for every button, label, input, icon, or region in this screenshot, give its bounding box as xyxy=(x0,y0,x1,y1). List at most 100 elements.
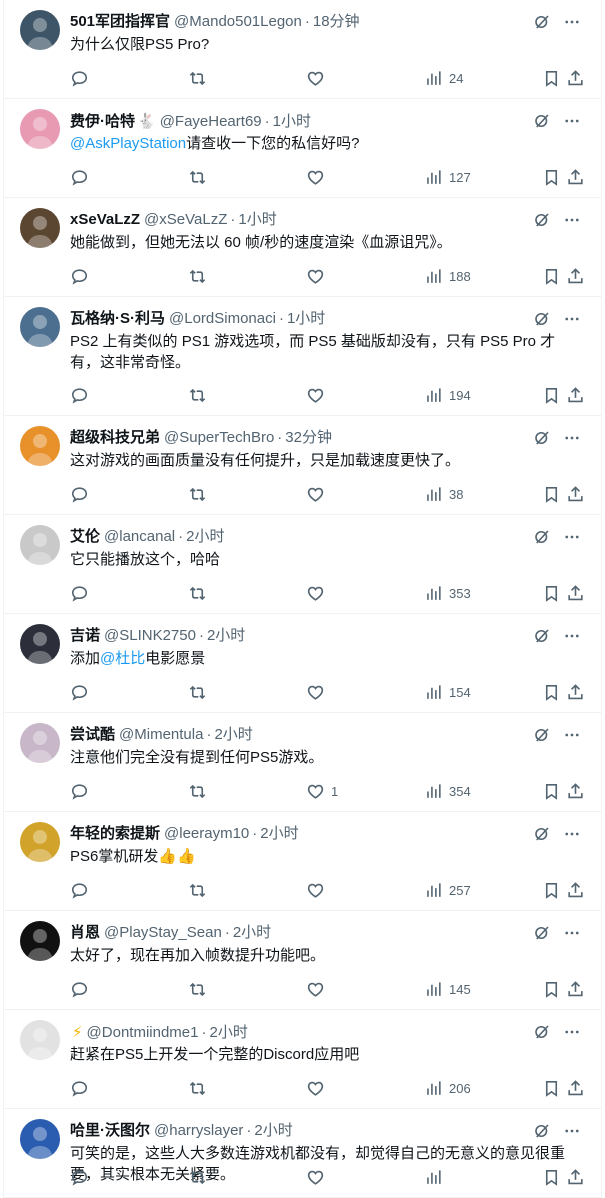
more-icon[interactable] xyxy=(563,13,581,31)
author-handle[interactable]: @leeraym10 xyxy=(164,825,249,842)
author-handle[interactable]: @Dontmiindme1 xyxy=(87,1024,199,1041)
tweet[interactable]: 肖恩 @PlayStay_Sean · 2小时 太好了，现在再加入帧数提升功能吧。 145 xyxy=(4,911,601,1010)
more-icon[interactable] xyxy=(563,112,581,130)
views-button[interactable]: 127 xyxy=(424,167,471,187)
author-handle[interactable]: @LordSimonaci xyxy=(169,310,276,327)
bookmark-button[interactable] xyxy=(542,484,561,504)
avatar-image[interactable] xyxy=(20,1020,60,1060)
retweet-button[interactable] xyxy=(188,682,213,702)
author-handle[interactable]: @xSeVaLzZ xyxy=(144,211,227,228)
retweet-button[interactable] xyxy=(188,68,213,88)
grok-icon[interactable] xyxy=(533,1023,551,1041)
bookmark-button[interactable] xyxy=(542,781,561,801)
more-icon[interactable] xyxy=(563,528,581,546)
reply-button[interactable] xyxy=(70,484,95,504)
mention-link[interactable]: @杜比 xyxy=(100,650,145,667)
reply-button[interactable] xyxy=(70,583,95,603)
timestamp[interactable]: 1小时 xyxy=(273,113,311,130)
reply-button[interactable] xyxy=(70,266,95,286)
avatar-image[interactable] xyxy=(20,1119,60,1159)
retweet-button[interactable] xyxy=(188,583,213,603)
like-button[interactable] xyxy=(306,682,331,702)
tweet[interactable]: 哈里·沃图尔 @harryslayer · 2小时 可笑的是，这些人大多数连游戏机都没有… xyxy=(4,1109,601,1198)
share-button[interactable] xyxy=(566,979,585,999)
avatar-image[interactable] xyxy=(20,921,60,961)
bookmark-button[interactable] xyxy=(542,880,561,900)
author-name[interactable]: 费伊·哈特 xyxy=(70,113,135,130)
more-icon[interactable] xyxy=(563,726,581,744)
more-icon[interactable] xyxy=(563,310,581,328)
grok-icon[interactable] xyxy=(533,924,551,942)
tweet[interactable]: ⚡ @Dontmiindme1 · 2小时 赶紧在PS5上开发一个完整的Discord应… xyxy=(4,1010,601,1109)
tweet[interactable]: 瓦格纳·S·利马 @LordSimonaci · 1小时 PS2 上有类似的 PS1 游… xyxy=(4,297,601,416)
retweet-button[interactable] xyxy=(188,167,213,187)
views-button[interactable]: 194 xyxy=(424,385,471,405)
share-button[interactable] xyxy=(566,167,585,187)
grok-icon[interactable] xyxy=(533,13,551,31)
bookmark-button[interactable] xyxy=(542,583,561,603)
share-button[interactable] xyxy=(566,266,585,286)
author-name[interactable]: 年轻的索提斯 xyxy=(70,825,160,842)
more-icon[interactable] xyxy=(563,429,581,447)
reply-button[interactable] xyxy=(70,385,95,405)
share-button[interactable] xyxy=(566,484,585,504)
like-button[interactable] xyxy=(306,484,331,504)
views-button[interactable]: 154 xyxy=(424,682,471,702)
reply-button[interactable] xyxy=(70,167,95,187)
like-button[interactable]: 1 xyxy=(306,781,338,801)
author-handle[interactable]: @SuperTechBro xyxy=(164,429,274,446)
timestamp[interactable]: 2小时 xyxy=(214,726,252,743)
reply-button[interactable] xyxy=(70,781,95,801)
tweet[interactable]: 吉诺 @SLINK2750 · 2小时 添加@杜比电影愿景 154 xyxy=(4,614,601,713)
reply-button[interactable] xyxy=(70,979,95,999)
author-name[interactable]: xSeVaLzZ xyxy=(70,211,140,228)
author-handle[interactable]: @Mimentula xyxy=(119,726,203,743)
views-button[interactable]: 206 xyxy=(424,1078,471,1098)
views-button[interactable]: 24 xyxy=(424,68,463,88)
grok-icon[interactable] xyxy=(533,429,551,447)
author-name[interactable]: 艾伦 xyxy=(70,528,100,545)
like-button[interactable] xyxy=(306,167,331,187)
avatar-image[interactable] xyxy=(20,723,60,763)
like-button[interactable] xyxy=(306,1167,331,1187)
author-name[interactable]: 超级科技兄弟 xyxy=(70,429,160,446)
author-name[interactable]: 尝试酷 xyxy=(70,726,115,743)
grok-icon[interactable] xyxy=(533,1122,551,1140)
bookmark-button[interactable] xyxy=(542,266,561,286)
tweet[interactable]: xSeVaLzZ @xSeVaLzZ · 1小时 她能做到，但她无法以 60 帧/秒的速… xyxy=(4,198,601,297)
share-button[interactable] xyxy=(566,1078,585,1098)
timestamp[interactable]: 2小时 xyxy=(260,825,298,842)
timestamp[interactable]: 1小时 xyxy=(287,310,325,327)
timestamp[interactable]: 2小时 xyxy=(207,627,245,644)
views-button[interactable]: 188 xyxy=(424,266,471,286)
bookmark-button[interactable] xyxy=(542,1078,561,1098)
retweet-button[interactable] xyxy=(188,880,213,900)
like-button[interactable] xyxy=(306,880,331,900)
timestamp[interactable]: 2小时 xyxy=(186,528,224,545)
more-icon[interactable] xyxy=(563,211,581,229)
tweet[interactable]: 501军团指挥官 @Mando501Legon · 18分钟 为什么仅限PS5 Pro?… xyxy=(4,0,601,99)
grok-icon[interactable] xyxy=(533,726,551,744)
author-handle[interactable]: @lancanal xyxy=(104,528,175,545)
author-name[interactable]: 吉诺 xyxy=(70,627,100,644)
bookmark-button[interactable] xyxy=(542,682,561,702)
avatar-image[interactable] xyxy=(20,109,60,149)
retweet-button[interactable] xyxy=(188,484,213,504)
timestamp[interactable]: 2小时 xyxy=(254,1122,292,1139)
share-button[interactable] xyxy=(566,781,585,801)
avatar-image[interactable] xyxy=(20,525,60,565)
timestamp[interactable]: 32分钟 xyxy=(285,429,332,446)
retweet-button[interactable] xyxy=(188,781,213,801)
author-handle[interactable]: @FayeHeart69 xyxy=(160,113,262,130)
share-button[interactable] xyxy=(566,583,585,603)
retweet-button[interactable] xyxy=(188,979,213,999)
grok-icon[interactable] xyxy=(533,112,551,130)
author-handle[interactable]: @Mando501Legon xyxy=(174,13,302,30)
avatar-image[interactable] xyxy=(20,208,60,248)
share-button[interactable] xyxy=(566,68,585,88)
author-name[interactable]: 501军团指挥官 xyxy=(70,13,170,30)
grok-icon[interactable] xyxy=(533,528,551,546)
share-button[interactable] xyxy=(566,880,585,900)
avatar-image[interactable] xyxy=(20,426,60,466)
bookmark-button[interactable] xyxy=(542,167,561,187)
